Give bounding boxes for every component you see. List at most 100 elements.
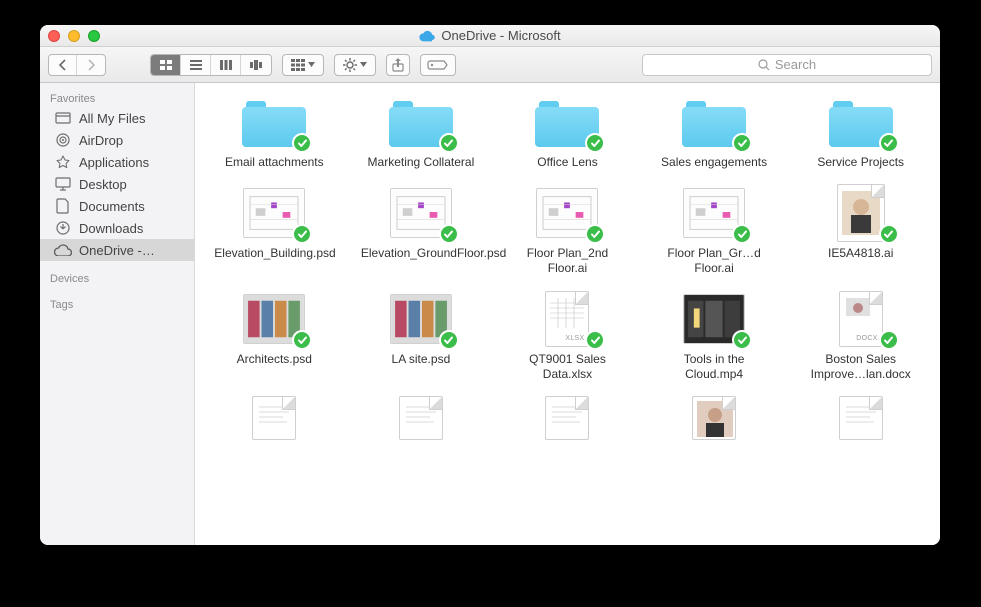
list-icon	[189, 59, 203, 71]
file-label: IE5A4818.ai	[828, 246, 893, 261]
file-item[interactable]: Floor Plan_Gr…d Floor.ai	[641, 184, 788, 276]
file-item[interactable]: Service Projects	[787, 93, 934, 170]
search-placeholder: Search	[775, 57, 816, 72]
sidebar-item-applications[interactable]: Applications	[40, 151, 194, 173]
close-window-button[interactable]	[48, 30, 60, 42]
window-title: OneDrive - Microsoft	[419, 28, 560, 43]
icon-grid-icon	[159, 59, 173, 71]
titlebar: OneDrive - Microsoft	[40, 25, 940, 47]
sync-badge-icon	[585, 224, 605, 244]
sidebar: Favorites All My Files AirDrop Applicati…	[40, 83, 195, 545]
file-label: LA site.psd	[392, 352, 451, 367]
toolbar: Search	[40, 47, 940, 83]
sync-badge-icon	[292, 330, 312, 350]
coverflow-view-button[interactable]	[241, 55, 271, 75]
file-item[interactable]: XLSX QT9001 Sales Data.xlsx	[494, 290, 641, 382]
action-button[interactable]	[335, 55, 375, 75]
chevron-down-icon	[360, 62, 367, 67]
file-item[interactable]: Tools in the Cloud.mp4	[641, 290, 788, 382]
view-mode-segment	[150, 54, 272, 76]
file-item[interactable]: LA site.psd	[348, 290, 495, 382]
back-button[interactable]	[49, 55, 77, 75]
sidebar-item-label: Downloads	[79, 221, 143, 236]
file-item[interactable]	[494, 396, 641, 444]
file-item[interactable]: DOCX Boston Sales Improve…lan.docx	[787, 290, 934, 382]
sync-badge-icon	[732, 330, 752, 350]
file-item[interactable]: IE5A4818.ai	[787, 184, 934, 276]
finder-window: OneDrive - Microsoft	[40, 25, 940, 545]
gear-icon	[343, 58, 357, 72]
zoom-window-button[interactable]	[88, 30, 100, 42]
chevron-right-icon	[87, 59, 96, 71]
action-segment	[334, 54, 376, 76]
all-my-files-icon	[54, 110, 72, 126]
cloud-icon	[419, 30, 435, 42]
file-label: Floor Plan_Gr…d Floor.ai	[654, 246, 774, 276]
file-label: Floor Plan_2nd Floor.ai	[507, 246, 627, 276]
file-thumbnail	[399, 396, 443, 440]
file-label: Elevation_GroundFloor.psd	[361, 246, 481, 261]
documents-icon	[54, 198, 72, 214]
share-button[interactable]	[386, 54, 410, 76]
sidebar-item-onedrive[interactable]: OneDrive -…	[40, 239, 194, 261]
sidebar-item-label: AirDrop	[79, 133, 123, 148]
file-thumbnail	[839, 396, 883, 440]
icon-view-button[interactable]	[151, 55, 181, 75]
file-thumbnail	[837, 184, 885, 242]
list-view-button[interactable]	[181, 55, 211, 75]
sync-badge-icon	[732, 224, 752, 244]
file-label: QT9001 Sales Data.xlsx	[507, 352, 627, 382]
file-thumbnail	[692, 396, 736, 440]
arrange-segment	[282, 54, 324, 76]
file-item[interactable]	[787, 396, 934, 444]
sidebar-section-devices: Devices	[40, 269, 194, 287]
arrange-icon	[291, 59, 305, 71]
sync-badge-icon	[439, 330, 459, 350]
sync-badge-icon	[439, 224, 459, 244]
sidebar-item-label: OneDrive -…	[79, 243, 155, 258]
file-item[interactable]	[201, 396, 348, 444]
airdrop-icon	[54, 132, 72, 148]
file-label: Architects.psd	[237, 352, 312, 367]
search-input[interactable]: Search	[642, 54, 932, 76]
sidebar-item-all-my-files[interactable]: All My Files	[40, 107, 194, 129]
sidebar-item-label: Applications	[79, 155, 149, 170]
window-body: Favorites All My Files AirDrop Applicati…	[40, 83, 940, 545]
file-item[interactable]: Architects.psd	[201, 290, 348, 382]
file-label: Elevation_Building.psd	[214, 246, 334, 261]
file-item[interactable]: Elevation_GroundFloor.psd	[348, 184, 495, 276]
sync-badge-icon	[439, 133, 459, 153]
sidebar-item-downloads[interactable]: Downloads	[40, 217, 194, 239]
file-item[interactable]	[348, 396, 495, 444]
file-label: Marketing Collateral	[368, 155, 475, 170]
sidebar-item-airdrop[interactable]: AirDrop	[40, 129, 194, 151]
file-item[interactable]: Email attachments	[201, 93, 348, 170]
chevron-down-icon	[308, 62, 315, 67]
desktop-icon	[54, 176, 72, 192]
columns-icon	[219, 59, 233, 71]
file-item[interactable]: Sales engagements	[641, 93, 788, 170]
share-icon	[392, 58, 404, 72]
sync-badge-icon	[732, 133, 752, 153]
file-thumbnail: XLSX	[545, 291, 589, 347]
arrange-button[interactable]	[283, 55, 323, 75]
file-item[interactable]: Floor Plan_2nd Floor.ai	[494, 184, 641, 276]
minimize-window-button[interactable]	[68, 30, 80, 42]
nav-buttons	[48, 54, 106, 76]
applications-icon	[54, 154, 72, 170]
file-item[interactable]: Marketing Collateral	[348, 93, 495, 170]
sidebar-item-desktop[interactable]: Desktop	[40, 173, 194, 195]
file-item[interactable]: Elevation_Building.psd	[201, 184, 348, 276]
sidebar-item-documents[interactable]: Documents	[40, 195, 194, 217]
file-item[interactable]: Office Lens	[494, 93, 641, 170]
file-label: Email attachments	[225, 155, 324, 170]
sync-badge-icon	[585, 330, 605, 350]
column-view-button[interactable]	[211, 55, 241, 75]
forward-button[interactable]	[77, 55, 105, 75]
sync-badge-icon	[879, 224, 899, 244]
file-grid: Email attachments Marketing Collateral O…	[195, 83, 940, 545]
tags-button[interactable]	[420, 54, 456, 76]
file-label: Tools in the Cloud.mp4	[654, 352, 774, 382]
file-item[interactable]	[641, 396, 788, 444]
coverflow-icon	[249, 59, 263, 71]
